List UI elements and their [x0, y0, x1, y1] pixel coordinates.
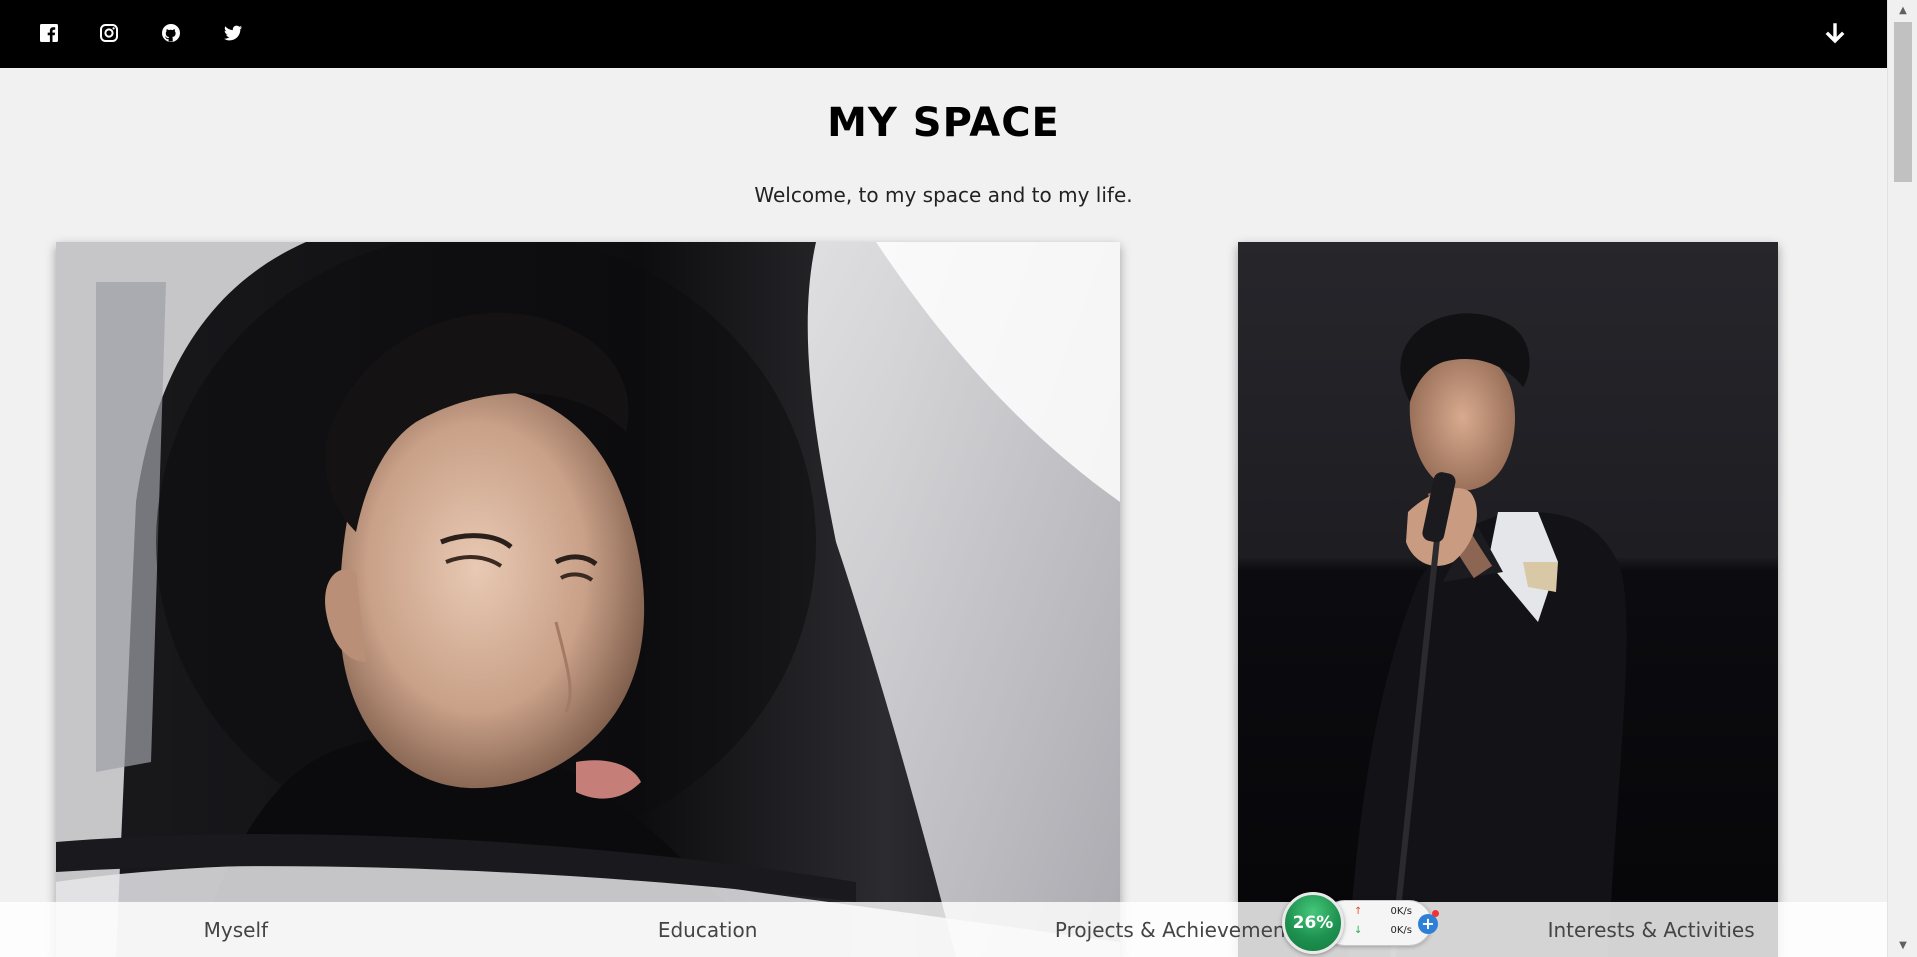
upload-arrow-icon: ↑	[1354, 906, 1363, 917]
bottom-nav: Myself Education Projects & Achievements…	[0, 902, 1887, 957]
scroll-down-arrow-icon[interactable]: ▼	[1888, 937, 1917, 955]
portrait-in-car-mirror	[56, 242, 1120, 957]
plus-icon[interactable]: +	[1418, 914, 1438, 934]
memory-usage-indicator[interactable]: 26%	[1282, 892, 1344, 954]
upload-rate: 0K/s	[1390, 906, 1413, 917]
instagram-icon[interactable]	[98, 22, 120, 44]
download-arrow-icon: ↓	[1354, 925, 1363, 936]
github-icon[interactable]	[160, 22, 182, 44]
scrollbar-thumb[interactable]	[1894, 22, 1912, 182]
nav-item-interests-activities[interactable]: Interests & Activities	[1415, 902, 1887, 957]
download-rate: 0K/s	[1390, 925, 1413, 936]
vertical-scrollbar[interactable]: ▲ ▼	[1887, 0, 1917, 957]
facebook-icon[interactable]	[38, 22, 60, 44]
nav-item-myself[interactable]: Myself	[0, 902, 472, 957]
page: MY SPACE Welcome, to my space and to my …	[0, 0, 1917, 957]
stage-photo	[1238, 242, 1778, 957]
car-mirror-photo	[56, 242, 1120, 957]
page-title: MY SPACE	[827, 100, 1060, 146]
notification-dot	[1432, 910, 1439, 917]
twitter-icon[interactable]	[222, 22, 244, 44]
network-speed-widget[interactable]: 26% ↑ ↓ 0K/s 0K/s +	[1282, 892, 1439, 954]
nav-item-education[interactable]: Education	[472, 902, 944, 957]
arrow-down-icon[interactable]	[1823, 22, 1847, 46]
singing-on-stage	[1238, 242, 1778, 957]
scroll-up-arrow-icon[interactable]: ▲	[1888, 2, 1917, 20]
top-bar	[0, 0, 1887, 68]
page-subtitle: Welcome, to my space and to my life.	[754, 183, 1133, 207]
